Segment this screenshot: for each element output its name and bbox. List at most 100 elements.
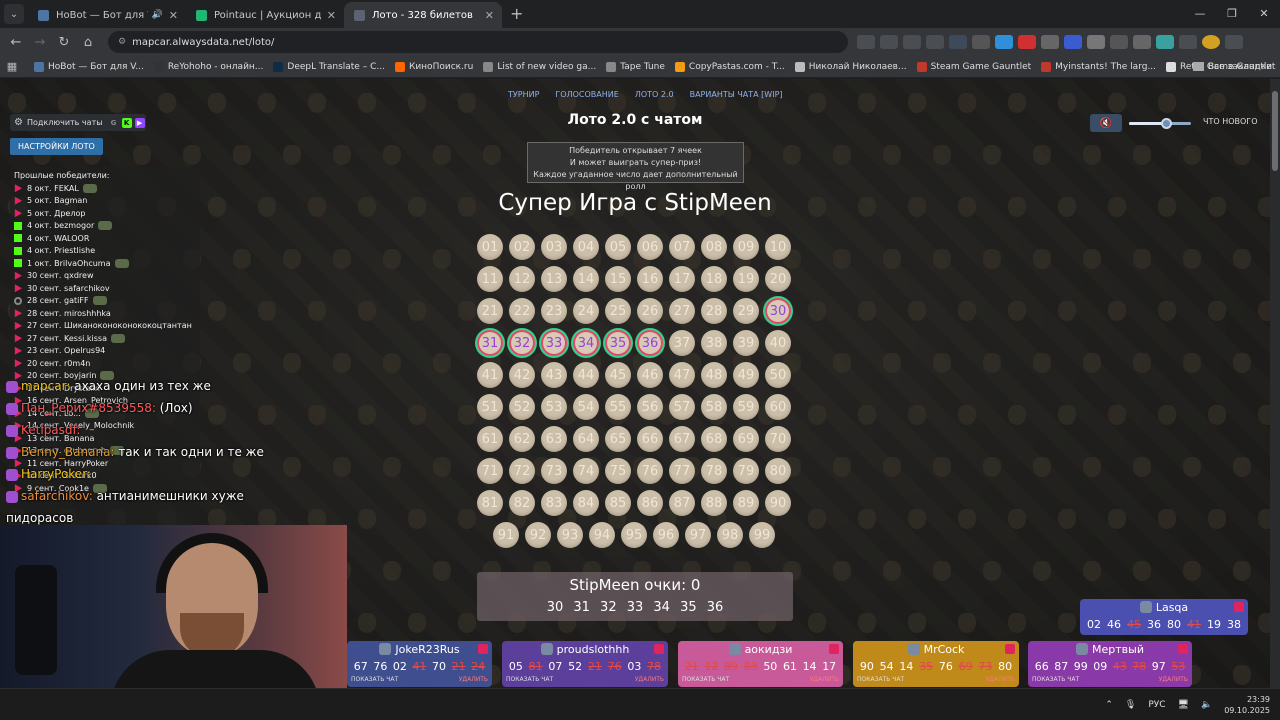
- number-cell[interactable]: 32: [509, 330, 535, 356]
- bookmark-item[interactable]: HoBot — Бот для V...: [34, 61, 144, 72]
- reload-icon[interactable]: ↻: [52, 35, 76, 50]
- number-cell[interactable]: 33: [541, 330, 567, 356]
- number-cell[interactable]: 78: [701, 458, 727, 484]
- number-cell[interactable]: 40: [765, 330, 791, 356]
- chevron-up-icon[interactable]: ⌃: [1105, 700, 1113, 710]
- extension-icon[interactable]: [948, 35, 967, 49]
- maximize-icon[interactable]: ❐: [1216, 0, 1248, 26]
- number-cell[interactable]: 02: [509, 234, 535, 260]
- microphone-icon[interactable]: 🎙: [1125, 700, 1136, 710]
- scrollbar-thumb[interactable]: [1272, 91, 1278, 171]
- volume-knob[interactable]: [1161, 118, 1173, 129]
- number-cell[interactable]: 67: [669, 426, 695, 452]
- cast-icon[interactable]: [856, 35, 875, 49]
- clock[interactable]: 23:39 09.10.2025: [1224, 694, 1270, 716]
- number-cell[interactable]: 28: [701, 298, 727, 324]
- number-cell[interactable]: 14: [573, 266, 599, 292]
- number-cell[interactable]: 38: [701, 330, 727, 356]
- site-info-icon[interactable]: ⚙: [118, 37, 126, 47]
- loto-settings-button[interactable]: НАСТРОЙКИ ЛОТО: [10, 138, 103, 155]
- apps-grid-icon[interactable]: ▦: [0, 60, 24, 73]
- number-cell[interactable]: 74: [573, 458, 599, 484]
- number-cell[interactable]: 47: [669, 362, 695, 388]
- number-cell[interactable]: 31: [477, 330, 503, 356]
- close-tab-icon[interactable]: ✕: [327, 9, 336, 22]
- bookmark-item[interactable]: Николай Николаев...: [794, 61, 907, 72]
- number-cell[interactable]: 26: [637, 298, 663, 324]
- language-indicator[interactable]: РУС: [1148, 700, 1165, 710]
- number-cell[interactable]: 97: [685, 522, 711, 548]
- number-cell[interactable]: 61: [477, 426, 503, 452]
- number-cell[interactable]: 35: [605, 330, 631, 356]
- nav-chat-variants[interactable]: ВАРИАНТЫ ЧАТА [WIP]: [690, 90, 783, 99]
- number-cell[interactable]: 39: [733, 330, 759, 356]
- number-cell[interactable]: 77: [669, 458, 695, 484]
- delete-button[interactable]: УДАЛИТЬ: [459, 676, 488, 687]
- number-cell[interactable]: 52: [509, 394, 535, 420]
- number-cell[interactable]: 59: [733, 394, 759, 420]
- number-cell[interactable]: 43: [541, 362, 567, 388]
- close-tab-icon[interactable]: ✕: [485, 9, 494, 22]
- menu-icon[interactable]: [1224, 35, 1243, 49]
- number-cell[interactable]: 18: [701, 266, 727, 292]
- number-cell[interactable]: 98: [717, 522, 743, 548]
- forward-icon[interactable]: →: [28, 35, 52, 50]
- number-cell[interactable]: 27: [669, 298, 695, 324]
- number-cell[interactable]: 51: [477, 394, 503, 420]
- nav-loto-2[interactable]: ЛОТО 2.0: [635, 90, 674, 99]
- number-cell[interactable]: 88: [701, 490, 727, 516]
- profile-avatar[interactable]: [1201, 35, 1220, 49]
- all-bookmarks-button[interactable]: » Все закладки: [1169, 62, 1272, 72]
- number-cell[interactable]: 53: [541, 394, 567, 420]
- number-cell[interactable]: 85: [605, 490, 631, 516]
- network-icon[interactable]: 🖥: [1178, 700, 1189, 710]
- number-cell[interactable]: 73: [541, 458, 567, 484]
- extension-icon[interactable]: [1086, 35, 1105, 49]
- bookmark-item[interactable]: Myinstants! The larg...: [1041, 61, 1156, 72]
- number-cell[interactable]: 93: [557, 522, 583, 548]
- number-cell[interactable]: 90: [765, 490, 791, 516]
- number-cell[interactable]: 11: [477, 266, 503, 292]
- bookmark-star-icon[interactable]: [925, 35, 944, 49]
- number-cell[interactable]: 10: [765, 234, 791, 260]
- number-cell[interactable]: 34: [573, 330, 599, 356]
- number-cell[interactable]: 68: [701, 426, 727, 452]
- number-cell[interactable]: 82: [509, 490, 535, 516]
- number-cell[interactable]: 50: [765, 362, 791, 388]
- number-cell[interactable]: 16: [637, 266, 663, 292]
- extension-icon[interactable]: [1017, 35, 1036, 49]
- number-cell[interactable]: 25: [605, 298, 631, 324]
- number-cell[interactable]: 36: [637, 330, 663, 356]
- number-cell[interactable]: 89: [733, 490, 759, 516]
- number-cell[interactable]: 58: [701, 394, 727, 420]
- extension-icon[interactable]: [994, 35, 1013, 49]
- number-cell[interactable]: 66: [637, 426, 663, 452]
- number-cell[interactable]: 99: [749, 522, 775, 548]
- number-cell[interactable]: 55: [605, 394, 631, 420]
- minimize-icon[interactable]: —: [1184, 0, 1216, 26]
- number-cell[interactable]: 84: [573, 490, 599, 516]
- volume-icon[interactable]: 🔈: [1201, 700, 1212, 710]
- number-cell[interactable]: 05: [605, 234, 631, 260]
- number-cell[interactable]: 65: [605, 426, 631, 452]
- home-icon[interactable]: ⌂: [76, 35, 100, 50]
- number-cell[interactable]: 64: [573, 426, 599, 452]
- number-cell[interactable]: 20: [765, 266, 791, 292]
- browser-tab-2[interactable]: Лото - 328 билетов ✕: [344, 2, 502, 28]
- number-cell[interactable]: 19: [733, 266, 759, 292]
- number-cell[interactable]: 94: [589, 522, 615, 548]
- extension-icon[interactable]: [971, 35, 990, 49]
- bookmark-item[interactable]: Steam Game Gauntlet: [916, 61, 1031, 72]
- url-field[interactable]: ⚙ mapcar.alwaysdata.net/loto/: [108, 31, 848, 53]
- number-cell[interactable]: 45: [605, 362, 631, 388]
- number-cell[interactable]: 30: [765, 298, 791, 324]
- close-window-icon[interactable]: ✕: [1248, 0, 1280, 26]
- number-cell[interactable]: 72: [509, 458, 535, 484]
- extensions-puzzle-icon[interactable]: [1178, 35, 1197, 49]
- speaker-icon[interactable]: 🔊: [152, 10, 163, 20]
- number-cell[interactable]: 92: [525, 522, 551, 548]
- number-cell[interactable]: 56: [637, 394, 663, 420]
- number-cell[interactable]: 24: [573, 298, 599, 324]
- number-cell[interactable]: 37: [669, 330, 695, 356]
- number-cell[interactable]: 63: [541, 426, 567, 452]
